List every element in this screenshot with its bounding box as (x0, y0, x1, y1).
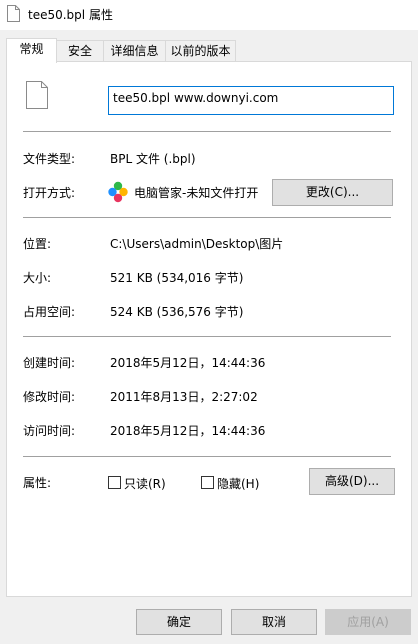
file-type-label: 文件类型: (23, 152, 76, 166)
accessed-label: 访问时间: (23, 424, 76, 438)
window-title: tee50.bpl 属性 (28, 8, 113, 22)
readonly-label[interactable]: 只读(R) (124, 475, 166, 492)
size-label: 大小: (23, 271, 52, 285)
file-name-input[interactable]: tee50.bpl www.downyi.com (108, 86, 394, 115)
advanced-button[interactable]: 高级(D)... (309, 468, 395, 495)
general-panel (6, 61, 412, 597)
divider (23, 336, 391, 337)
divider (23, 456, 391, 457)
readonly-checkbox[interactable] (108, 476, 121, 489)
ok-button[interactable]: 确定 (136, 609, 222, 635)
tab-security[interactable]: 安全 (56, 40, 104, 61)
tab-previous-versions[interactable]: 以前的版本 (165, 40, 236, 61)
hidden-label[interactable]: 隐藏(H) (217, 475, 259, 492)
apply-button[interactable]: 应用(A) (325, 609, 411, 635)
pc-manager-icon (108, 181, 128, 203)
file-type-value: BPL 文件 (.bpl) (110, 152, 196, 166)
cancel-button[interactable]: 取消 (231, 609, 317, 635)
change-button[interactable]: 更改(C)... (272, 179, 393, 206)
tab-general[interactable]: 常规 (6, 38, 57, 63)
divider (23, 217, 391, 218)
tab-strip: 常规 安全 详细信息 以前的版本 (0, 38, 418, 63)
modified-value: 2011年8月13日，2:27:02 (110, 390, 258, 404)
size-value: 521 KB (534,016 字节) (110, 271, 244, 285)
modified-label: 修改时间: (23, 390, 76, 404)
tab-details[interactable]: 详细信息 (103, 40, 166, 61)
open-with-value: 电脑管家-未知文件打开 (134, 186, 259, 200)
accessed-value: 2018年5月12日，14:44:36 (110, 424, 266, 438)
location-label: 位置: (23, 237, 52, 251)
open-with-label: 打开方式: (23, 186, 76, 200)
attributes-label: 属性: (23, 476, 52, 490)
file-icon (7, 5, 20, 22)
size-on-disk-value: 524 KB (536,576 字节) (110, 305, 244, 319)
size-on-disk-label: 占用空间: (23, 305, 76, 319)
divider (23, 131, 391, 132)
hidden-checkbox[interactable] (201, 476, 214, 489)
title-bar: tee50.bpl 属性 (0, 0, 418, 30)
created-value: 2018年5月12日，14:44:36 (110, 356, 266, 370)
created-label: 创建时间: (23, 356, 76, 370)
document-icon (26, 81, 48, 109)
location-value: C:\Users\admin\Desktop\图片 (110, 237, 284, 251)
